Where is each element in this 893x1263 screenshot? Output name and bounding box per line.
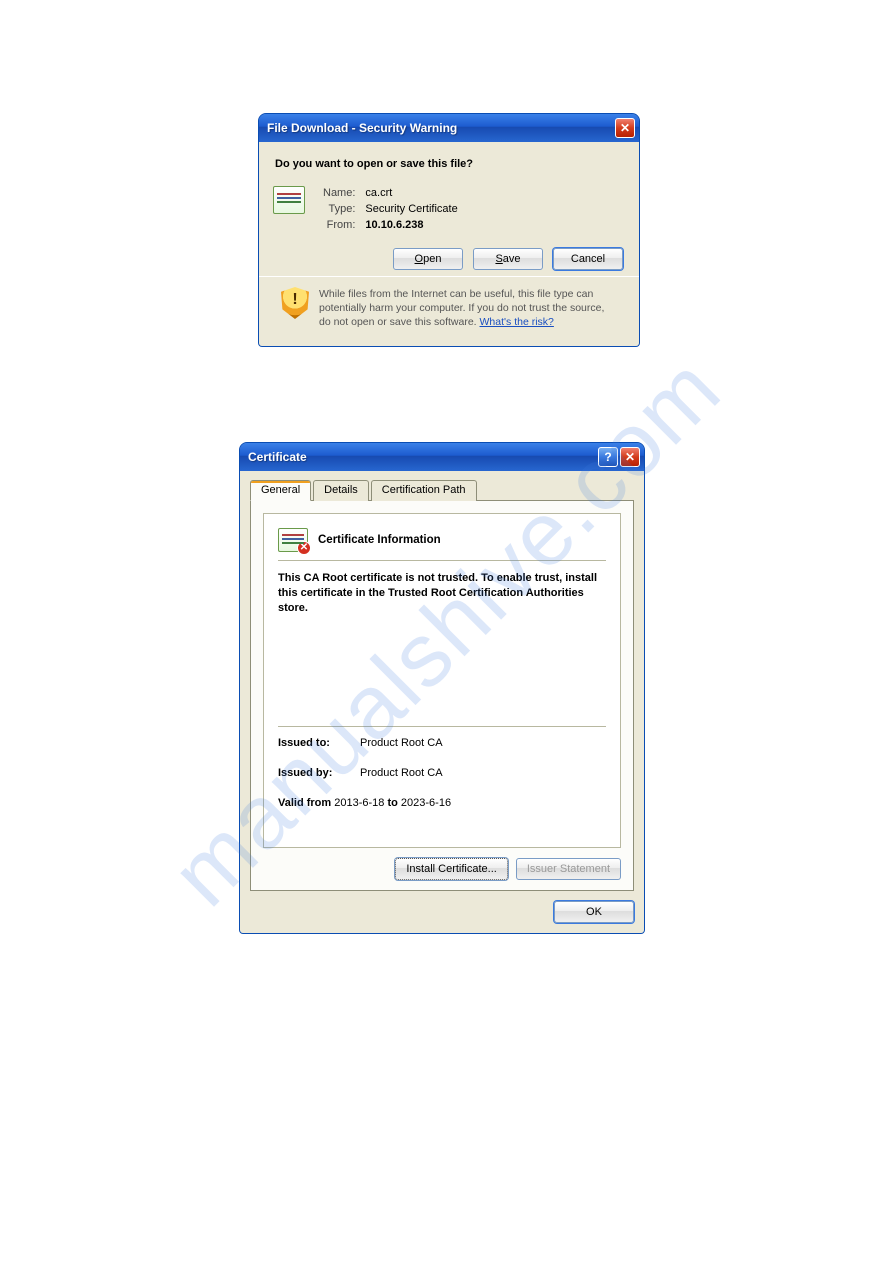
warning-shield-icon <box>281 287 309 319</box>
error-badge-icon: ✕ <box>297 541 311 555</box>
tab-details[interactable]: Details <box>313 480 369 501</box>
file-download-heading: Do you want to open or save this file? <box>275 158 625 170</box>
whats-the-risk-link[interactable]: What's the risk? <box>480 316 554 328</box>
file-download-title: File Download - Security Warning <box>267 121 615 135</box>
warning-text: While files from the Internet can be use… <box>319 287 617 330</box>
certificate-info-box: ✕ Certificate Information This CA Root c… <box>263 513 621 848</box>
divider <box>278 726 606 727</box>
certificate-dialog: Certificate ? ✕ General Details Certific… <box>239 442 645 934</box>
certificate-file-icon <box>273 186 305 214</box>
certificate-title: Certificate <box>248 450 598 464</box>
name-value: ca.crt <box>361 186 461 200</box>
certificate-titlebar[interactable]: Certificate ? ✕ <box>240 443 644 471</box>
issued-by-label: Issued by: <box>278 767 360 779</box>
certificate-icon: ✕ <box>278 528 308 552</box>
issued-to-value: Product Root CA <box>360 737 443 749</box>
help-icon[interactable]: ? <box>598 447 618 467</box>
name-label: Name: <box>319 186 359 200</box>
close-icon[interactable]: ✕ <box>615 118 635 138</box>
file-download-dialog: File Download - Security Warning ✕ Do yo… <box>258 113 640 347</box>
type-label: Type: <box>319 202 359 216</box>
certificate-general-panel: ✕ Certificate Information This CA Root c… <box>250 501 634 891</box>
certificate-trust-message: This CA Root certificate is not trusted.… <box>278 571 606 616</box>
install-certificate-button[interactable]: Install Certificate... <box>395 858 507 880</box>
divider <box>278 560 606 561</box>
issued-to-label: Issued to: <box>278 737 360 749</box>
cancel-button[interactable]: Cancel <box>553 248 623 270</box>
issued-by-value: Product Root CA <box>360 767 443 779</box>
certificate-tabstrip: General Details Certification Path <box>250 479 634 501</box>
file-download-fields: Name: ca.crt Type: Security Certificate … <box>317 184 464 234</box>
from-label: From: <box>319 218 359 232</box>
from-value: 10.10.6.238 <box>361 218 461 232</box>
file-download-titlebar[interactable]: File Download - Security Warning ✕ <box>259 114 639 142</box>
close-icon[interactable]: ✕ <box>620 447 640 467</box>
open-button[interactable]: Open <box>393 248 463 270</box>
save-button[interactable]: Save <box>473 248 543 270</box>
valid-from-to: Valid from 2013-6-18 to 2023-6-16 <box>278 797 606 809</box>
certificate-info-heading: Certificate Information <box>318 534 441 546</box>
tab-general[interactable]: General <box>250 480 311 501</box>
type-value: Security Certificate <box>361 202 461 216</box>
issuer-statement-button: Issuer Statement <box>516 858 621 880</box>
ok-button[interactable]: OK <box>554 901 634 923</box>
tab-certification-path[interactable]: Certification Path <box>371 480 477 501</box>
